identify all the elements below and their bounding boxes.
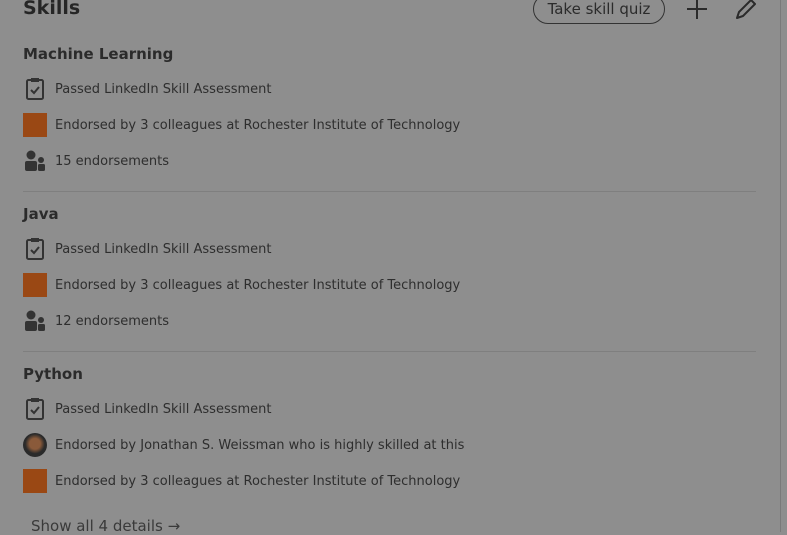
skill-detail: 15 endorsements	[23, 143, 756, 179]
clipboard-check-icon	[26, 78, 44, 100]
pencil-icon	[736, 0, 756, 19]
detail-icon	[23, 237, 47, 261]
detail-icon	[23, 433, 47, 457]
detail-text: Passed LinkedIn Skill Assessment	[55, 401, 272, 417]
skill-item: Java Passed LinkedIn Skill Assessment Endo…	[23, 205, 756, 339]
scrollbar-edge	[780, 0, 781, 532]
people-icon	[25, 150, 45, 171]
skill-detail: Passed LinkedIn Skill Assessment	[23, 231, 756, 267]
skill-name[interactable]: Machine Learning	[23, 45, 756, 65]
detail-text: Endorsed by 3 colleagues at Rochester In…	[55, 117, 461, 133]
skill-detail: Endorsed by 3 colleagues at Rochester In…	[23, 267, 756, 303]
people-icon	[25, 310, 45, 331]
detail-icon	[23, 309, 47, 333]
edit-skills-button[interactable]	[733, 0, 759, 22]
skill-detail: Endorsed by 3 colleagues at Rochester In…	[23, 107, 756, 143]
detail-text: Passed LinkedIn Skill Assessment	[55, 81, 272, 97]
detail-text: Endorsed by 3 colleagues at Rochester In…	[55, 277, 461, 293]
detail-icon	[23, 273, 47, 297]
detail-icon	[23, 397, 47, 421]
divider	[23, 351, 756, 352]
detail-icon	[23, 469, 47, 493]
skill-name[interactable]: Python	[23, 365, 756, 385]
company-logo	[23, 469, 47, 493]
detail-text: Passed LinkedIn Skill Assessment	[55, 241, 272, 257]
section-title: Skills	[23, 0, 81, 19]
divider	[23, 191, 756, 192]
detail-text: Endorsed by 3 colleagues at Rochester In…	[55, 473, 461, 489]
clipboard-check-icon	[26, 238, 44, 260]
detail-icon	[23, 77, 47, 101]
company-logo	[23, 273, 47, 297]
skill-detail: Passed LinkedIn Skill Assessment	[23, 391, 756, 427]
detail-icon	[23, 149, 47, 173]
skill-detail: Endorsed by Jonathan S. Weissman who is …	[23, 427, 756, 463]
take-skill-quiz-button[interactable]: Take skill quiz	[533, 0, 665, 24]
detail-text: 15 endorsements	[55, 153, 170, 169]
skill-name[interactable]: Java	[23, 205, 756, 225]
avatar[interactable]	[23, 433, 47, 457]
skill-detail: Endorsed by 3 colleagues at Rochester In…	[23, 463, 756, 499]
detail-text: Endorsed by Jonathan S. Weissman who is …	[55, 437, 465, 453]
plus-icon	[687, 0, 707, 19]
company-logo	[23, 113, 47, 137]
skill-detail: 12 endorsements	[23, 303, 756, 339]
skill-detail: Passed LinkedIn Skill Assessment	[23, 71, 756, 107]
show-all-details-link[interactable]: Show all 4 details →	[31, 517, 180, 535]
add-skill-button[interactable]	[684, 0, 710, 22]
detail-text: 12 endorsements	[55, 313, 170, 329]
skill-item: Python Passed LinkedIn Skill Assessment En…	[23, 365, 756, 499]
skill-item: Machine Learning Passed LinkedIn Skill As…	[23, 45, 756, 179]
detail-icon	[23, 113, 47, 137]
clipboard-check-icon	[26, 398, 44, 420]
